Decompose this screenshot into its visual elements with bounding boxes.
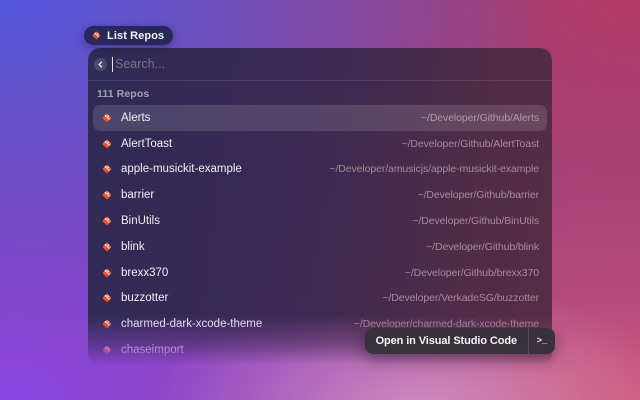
repo-name: buzzotter <box>121 292 168 304</box>
open-in-vscode-label: Open in Visual Studio Code <box>365 335 528 347</box>
repo-list: Alerts ~/Developer/Github/Alerts AlertTo… <box>93 105 547 363</box>
repo-name: barrier <box>121 189 154 201</box>
git-icon <box>101 267 113 279</box>
git-icon <box>101 163 113 175</box>
repo-path: ~/Developer/Github/barrier <box>418 189 539 201</box>
repo-list-item[interactable]: BinUtils ~/Developer/Github/BinUtils <box>93 208 547 234</box>
repo-name: Alerts <box>121 112 150 124</box>
repo-path: ~/Developer/Github/blink <box>426 241 539 253</box>
repo-name: apple-musickit-example <box>121 163 242 175</box>
launcher-window: 111 Repos Alerts ~/Developer/Github/Aler… <box>88 48 552 366</box>
repo-list-item[interactable]: Alerts ~/Developer/Github/Alerts <box>93 105 547 131</box>
open-in-vscode-button[interactable]: Open in Visual Studio Code >_ <box>365 328 555 354</box>
repo-path: ~/Developer/amusicjs/apple-musickit-exam… <box>329 163 539 175</box>
back-button[interactable] <box>94 58 107 71</box>
git-icon <box>101 241 113 253</box>
repo-path: ~/Developer/Github/brexx370 <box>405 267 539 279</box>
search-bar <box>88 48 552 80</box>
git-icon <box>101 292 113 304</box>
chevron-left-icon <box>97 61 104 68</box>
repo-name: blink <box>121 241 145 253</box>
repo-list-item[interactable]: barrier ~/Developer/Github/barrier <box>93 182 547 208</box>
repo-path: ~/Developer/Github/BinUtils <box>412 215 539 227</box>
repo-path: ~/Developer/Github/Alerts <box>421 112 539 124</box>
git-icon <box>101 138 113 150</box>
repo-list-item[interactable]: brexx370 ~/Developer/Github/brexx370 <box>93 260 547 286</box>
repo-name: brexx370 <box>121 267 168 279</box>
repo-name: chaseimport <box>121 344 184 356</box>
repo-list-item[interactable]: buzzotter ~/Developer/VerkadeSG/buzzotte… <box>93 286 547 312</box>
git-icon <box>101 318 113 330</box>
git-icon <box>101 112 113 124</box>
repo-list-item[interactable]: blink ~/Developer/Github/blink <box>93 234 547 260</box>
repo-path: ~/Developer/VerkadeSG/buzzotter <box>382 292 539 304</box>
repo-name: BinUtils <box>121 215 160 227</box>
git-icon <box>101 215 113 227</box>
git-icon <box>91 30 102 41</box>
repo-list-item[interactable]: AlertToast ~/Developer/Github/AlertToast <box>93 131 547 157</box>
search-input[interactable] <box>113 57 542 71</box>
repo-name: AlertToast <box>121 138 172 150</box>
command-pill-label: List Repos <box>107 30 164 42</box>
section-header: 111 Repos <box>88 81 552 104</box>
git-icon <box>101 344 113 356</box>
git-icon <box>101 189 113 201</box>
repo-name: charmed-dark-xcode-theme <box>121 318 262 330</box>
repo-path: ~/Developer/Github/AlertToast <box>402 138 539 150</box>
repo-list-item[interactable]: apple-musickit-example ~/Developer/amusi… <box>93 157 547 183</box>
command-pill[interactable]: List Repos <box>84 26 173 45</box>
terminal-prompt-icon: >_ <box>529 336 555 346</box>
